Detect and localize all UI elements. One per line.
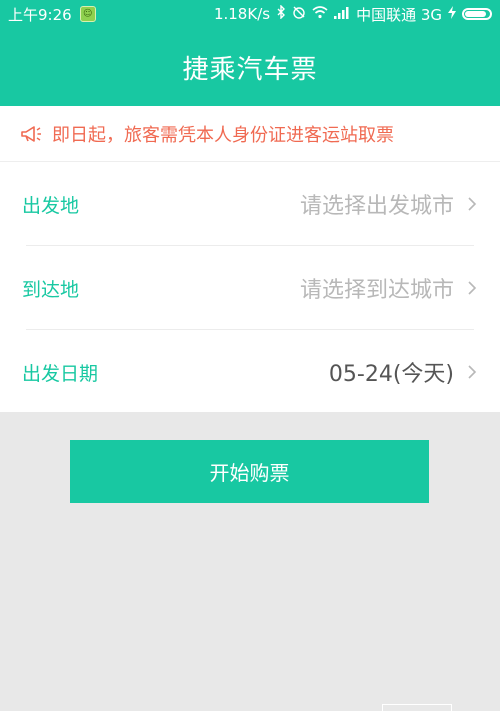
notice-banner: 即日起，旅客需凭本人身份证进客运站取票 — [0, 106, 500, 162]
ticket-search-form: 出发地 请选择出发城市 到达地 请选择到达城市 出发日期 05-24(今天) — [0, 162, 500, 412]
chevron-right-icon — [468, 197, 477, 211]
departure-city-picker[interactable]: 请选择出发城市 — [300, 188, 454, 220]
date-row[interactable]: 出发日期 05-24(今天) — [0, 330, 500, 414]
chevron-right-icon — [468, 281, 477, 295]
date-label: 出发日期 — [22, 362, 99, 385]
battery-icon — [462, 8, 492, 20]
departure-label: 出发地 — [22, 194, 80, 217]
arrival-row[interactable]: 到达地 请选择到达城市 — [0, 246, 500, 330]
wifi-icon — [312, 5, 328, 23]
page-title: 捷乘汽车票 — [182, 54, 318, 85]
status-bar: 上午9:26 ☺ 1.18K/s 中国联通 3G — [0, 0, 500, 28]
status-time: 上午9:26 — [8, 5, 72, 24]
notice-text: 即日起，旅客需凭本人身份证进客运站取票 — [52, 124, 394, 146]
charging-icon — [448, 5, 456, 23]
floating-button-edge — [382, 704, 452, 711]
megaphone-icon — [21, 125, 41, 142]
carrier-label: 中国联通 3G — [356, 5, 442, 24]
chevron-right-icon — [468, 365, 477, 379]
arrival-city-picker[interactable]: 请选择到达城市 — [300, 272, 454, 304]
arrival-label: 到达地 — [22, 278, 80, 301]
start-purchase-button[interactable]: 开始购票 — [70, 440, 429, 503]
signal-icon — [334, 5, 350, 23]
battery-level — [465, 11, 487, 17]
bluetooth-icon — [276, 4, 286, 23]
network-speed: 1.18K/s — [213, 5, 271, 23]
notification-app-icon: ☺ — [79, 6, 96, 22]
date-picker[interactable]: 05-24(今天) — [329, 356, 454, 388]
departure-row[interactable]: 出发地 请选择出发城市 — [0, 162, 500, 246]
title-bar: 捷乘汽车票 — [0, 28, 500, 106]
alarm-off-icon — [292, 5, 306, 23]
